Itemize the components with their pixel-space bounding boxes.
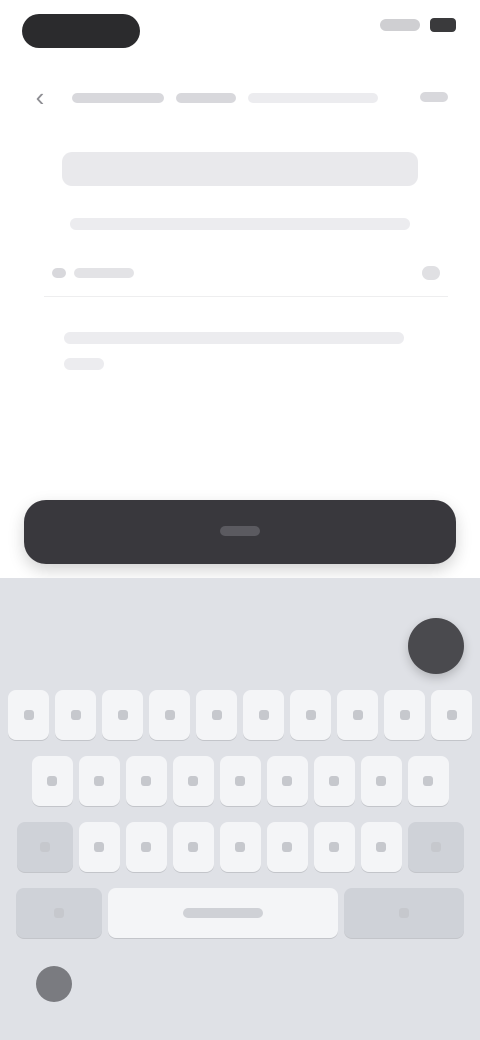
continue-button-label	[220, 526, 260, 536]
space-key[interactable]	[108, 888, 338, 938]
key[interactable]	[360, 822, 402, 872]
breadcrumb	[72, 88, 392, 108]
keyboard-row-1	[0, 690, 480, 740]
keyboard-row-4	[0, 888, 480, 938]
page-subtitle	[70, 218, 410, 230]
breadcrumb-segment	[248, 93, 378, 103]
more-icon[interactable]	[420, 92, 448, 102]
key[interactable]	[172, 822, 214, 872]
key[interactable]	[78, 822, 120, 872]
shift-key[interactable]	[16, 822, 73, 872]
status-time-pill	[22, 14, 140, 48]
mic-icon[interactable]	[408, 618, 464, 674]
numbers-key[interactable]	[16, 888, 102, 938]
text-input-field[interactable]	[44, 252, 448, 297]
key[interactable]	[313, 822, 355, 872]
key[interactable]	[407, 756, 449, 806]
help-text-continued	[64, 358, 104, 370]
key[interactable]	[149, 690, 190, 740]
keyboard-row-2	[0, 756, 480, 806]
key[interactable]	[196, 690, 237, 740]
backspace-key[interactable]	[407, 822, 464, 872]
clear-icon[interactable]	[422, 266, 440, 280]
key[interactable]	[125, 822, 167, 872]
page-title-text	[62, 152, 418, 186]
key[interactable]	[125, 756, 167, 806]
key[interactable]	[266, 756, 308, 806]
key[interactable]	[337, 690, 378, 740]
key[interactable]	[384, 690, 425, 740]
keyboard-row-3	[0, 822, 480, 872]
key[interactable]	[431, 690, 472, 740]
field-value[interactable]	[74, 268, 134, 278]
status-bar	[0, 0, 480, 64]
key[interactable]	[78, 756, 120, 806]
key[interactable]	[219, 822, 261, 872]
status-indicators	[380, 18, 456, 32]
key[interactable]	[243, 690, 284, 740]
key[interactable]	[266, 822, 308, 872]
key[interactable]	[31, 756, 73, 806]
key[interactable]	[313, 756, 355, 806]
key[interactable]	[360, 756, 402, 806]
field-prefix	[52, 268, 66, 278]
page-title	[62, 146, 418, 194]
navigation-bar: ‹	[0, 76, 480, 120]
help-text	[64, 332, 404, 344]
key[interactable]	[55, 690, 96, 740]
signal-icon	[380, 19, 420, 31]
key[interactable]	[102, 690, 143, 740]
space-key-label	[183, 908, 263, 918]
key[interactable]	[290, 690, 331, 740]
key[interactable]	[219, 756, 261, 806]
key[interactable]	[172, 756, 214, 806]
key[interactable]	[8, 690, 49, 740]
globe-icon[interactable]	[36, 966, 72, 1002]
breadcrumb-segment	[72, 93, 164, 103]
continue-button[interactable]	[24, 500, 456, 564]
return-key[interactable]	[344, 888, 464, 938]
chevron-left-icon[interactable]: ‹	[28, 82, 52, 112]
breadcrumb-segment	[176, 93, 236, 103]
battery-icon	[430, 18, 456, 32]
